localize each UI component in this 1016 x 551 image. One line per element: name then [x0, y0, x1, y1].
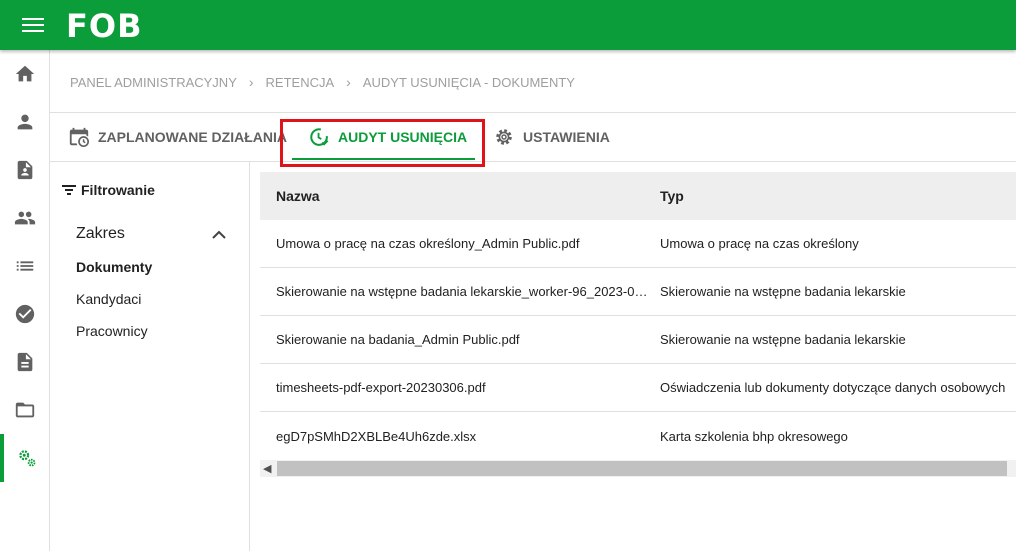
chevron-up-icon [212, 230, 226, 239]
tab-label: ZAPLANOWANE DZIAŁANIA [98, 129, 287, 145]
cell-nazwa: timesheets-pdf-export-20230306.pdf [276, 380, 486, 395]
people-icon [14, 211, 36, 225]
clock-check-icon [310, 128, 329, 146]
scroll-left-icon[interactable]: ◀ [263, 462, 271, 475]
top-bar: FOB [0, 0, 1016, 50]
filter-option-pracownicy[interactable]: Pracownicy [76, 323, 148, 339]
tab-zaplanowane-dzialania[interactable]: ZAPLANOWANE DZIAŁANIA [68, 113, 287, 161]
logo-text: FOB [66, 7, 143, 45]
cell-typ: Skierowanie na wstępne badania lekarskie [660, 284, 906, 299]
nav-list[interactable] [0, 242, 50, 290]
folder-open-icon [15, 402, 35, 418]
tab-label: USTAWIENIA [523, 129, 610, 145]
table-header: Nazwa Typ [260, 172, 1016, 220]
side-nav [0, 50, 50, 551]
scrollbar-thumb[interactable] [277, 461, 1007, 476]
breadcrumb-item-panel[interactable]: PANEL ADMINISTRACYJNY [70, 75, 237, 90]
cell-typ: Karta szkolenia bhp okresowego [660, 428, 848, 444]
filter-title: Filtrowanie [62, 182, 155, 198]
breadcrumb-item-retencja[interactable]: RETENCJA [266, 75, 335, 90]
column-header-nazwa[interactable]: Nazwa [260, 188, 660, 204]
check-circle-icon [15, 304, 35, 324]
cell-typ: Oświadczenia lub dokumenty dotyczące dan… [660, 380, 1006, 395]
cell-nazwa: Umowa o pracę na czas określony_Admin Pu… [276, 236, 580, 251]
cell-nazwa: egD7pSMhD2XBLBe4Uh6zde.xlsx [276, 428, 477, 444]
logo[interactable]: FOB [66, 9, 142, 43]
breadcrumb-item-audyt: AUDYT USUNIĘCIA - DOKUMENTY [362, 74, 575, 90]
documents-table: Nazwa Typ Umowa o pracę na czas określon… [260, 172, 1016, 460]
filter-panel: Filtrowanie Zakres Dokumenty Kandydaci P… [50, 162, 250, 551]
cell-nazwa: Skierowanie na wstępne badania lekarskie… [276, 284, 648, 299]
cell-nazwa: Skierowanie na badania_Admin Public.pdf [276, 332, 520, 347]
filter-section-zakres[interactable]: Zakres [76, 225, 226, 243]
nav-document[interactable] [0, 338, 50, 386]
filter-icon [62, 185, 76, 195]
list-icon [16, 261, 34, 271]
settings-gears-icon [19, 450, 36, 467]
breadcrumb: PANEL ADMINISTRACYJNY › RETENCJA › AUDYT… [70, 74, 575, 90]
horizontal-scrollbar[interactable]: ◀ [260, 460, 1016, 477]
gear-icon [496, 129, 512, 145]
nav-person[interactable] [0, 98, 50, 146]
table-row[interactable]: egD7pSMhD2XBLBe4Uh6zde.xlsx Karta szkole… [260, 412, 1016, 460]
table-row[interactable]: Skierowanie na wstępne badania lekarskie… [260, 268, 1016, 316]
cell-typ: Skierowanie na wstępne badania lekarskie [660, 332, 906, 347]
nav-home[interactable] [0, 50, 50, 98]
table-row[interactable]: timesheets-pdf-export-20230306.pdf Oświa… [260, 364, 1016, 412]
filter-option-dokumenty[interactable]: Dokumenty [76, 259, 152, 275]
column-header-typ[interactable]: Typ [660, 188, 1016, 204]
calendar-clock-icon [69, 127, 89, 147]
tab-label: AUDYT USUNIĘCIA [338, 129, 468, 145]
menu-icon[interactable] [22, 15, 44, 35]
home-icon [15, 65, 35, 82]
document-person-icon [17, 160, 33, 180]
filter-section-label: Zakres [76, 225, 125, 242]
table-row[interactable]: Skierowanie na badania_Admin Public.pdf … [260, 316, 1016, 364]
nav-check[interactable] [0, 290, 50, 338]
person-icon [17, 114, 33, 130]
filter-option-kandydaci[interactable]: Kandydaci [76, 291, 141, 307]
nav-settings[interactable] [0, 434, 50, 482]
breadcrumb-separator: › [346, 74, 351, 90]
breadcrumb-separator: › [248, 74, 254, 90]
filter-title-label: Filtrowanie [81, 182, 155, 198]
tab-audyt-usuniecia[interactable]: AUDYT USUNIĘCIA [308, 113, 467, 161]
nav-document-person[interactable] [0, 146, 50, 194]
nav-people[interactable] [0, 194, 50, 242]
table-row[interactable]: Umowa o pracę na czas określony_Admin Pu… [260, 220, 1016, 268]
tab-ustawienia[interactable]: USTAWIENIA [493, 113, 610, 161]
document-icon [17, 352, 33, 372]
nav-folder[interactable] [0, 386, 50, 434]
active-tab-indicator [292, 158, 475, 160]
cell-typ: Umowa o pracę na czas określony [660, 236, 859, 251]
